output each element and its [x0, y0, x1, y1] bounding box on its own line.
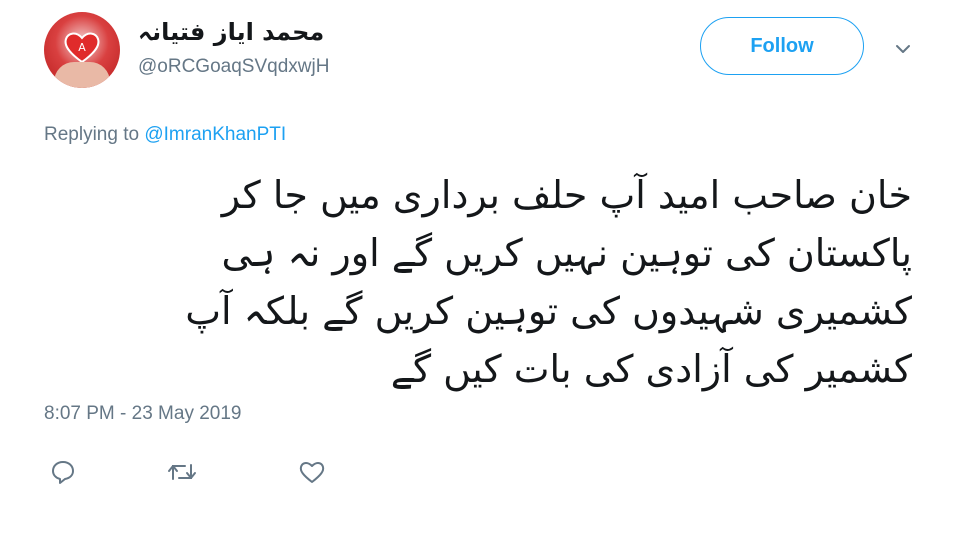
reply-mention-link[interactable]: @ImranKhanPTI — [144, 124, 286, 145]
reply-context: Replying to @ImranKhanPTI — [44, 124, 286, 146]
tweet-text: خان صاحب امید آپ حلف برداری میں جا کر پا… — [120, 166, 912, 398]
reply-icon — [52, 461, 74, 484]
reply-button[interactable] — [47, 456, 79, 488]
tweet-timestamp[interactable]: 8:07 PM - 23 May 2019 — [44, 403, 242, 425]
follow-button[interactable]: Follow — [700, 17, 864, 75]
author-username[interactable]: @oRCGoaqSVqdxwjH — [138, 56, 329, 78]
tweet-line: خان صاحب امید آپ حلف برداری میں جا کر — [221, 173, 912, 217]
tweet-line: کشمیر کی آزادی کی بات کیں گے — [390, 347, 912, 391]
like-button[interactable] — [296, 456, 328, 488]
retweet-icon — [168, 464, 196, 480]
chevron-down-icon[interactable] — [892, 38, 914, 60]
avatar[interactable]: A — [44, 12, 120, 88]
reply-context-prefix: Replying to — [44, 124, 145, 145]
svg-text:A: A — [78, 41, 86, 54]
retweet-button[interactable] — [166, 456, 198, 488]
author-display-name[interactable]: محمد اياز فتيانہ — [138, 18, 324, 46]
tweet-line: کشمیری شہیدوں کی توہین کریں گے بلکہ آپ — [185, 289, 912, 333]
like-icon — [299, 462, 325, 483]
heart-icon: A — [64, 32, 100, 64]
tweet-line: پاکستان کی توہین نہیں کریں گے اور نہ ہی — [221, 231, 912, 275]
hands-graphic — [54, 62, 110, 88]
